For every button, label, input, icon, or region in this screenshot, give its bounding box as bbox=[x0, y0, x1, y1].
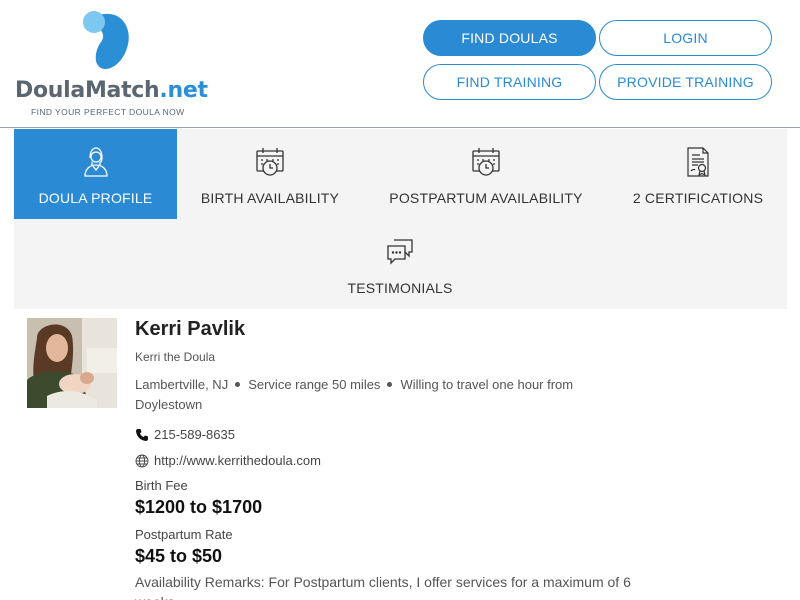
logo-word-doula: Doula bbox=[15, 78, 85, 103]
tab-label: POSTPARTUM AVAILABILITY bbox=[389, 190, 583, 206]
location-city: Lambertville, NJ bbox=[135, 377, 229, 392]
tab-birth-availability[interactable]: BIRTH AVAILABILITY bbox=[177, 129, 363, 219]
tab-postpartum-availability[interactable]: POSTPARTUM AVAILABILITY bbox=[363, 129, 609, 219]
tab-label: TESTIMONIALS bbox=[347, 280, 453, 296]
logo-word-match: Match bbox=[84, 78, 160, 103]
availability-remarks: Availability Remarks: For Postpartum cli… bbox=[135, 574, 631, 600]
postpartum-rate-value: $45 to $50 bbox=[135, 546, 223, 566]
postpartum-rate-label: Postpartum Rate bbox=[135, 527, 233, 542]
tab-testimonials[interactable]: TESTIMONIALS bbox=[305, 219, 495, 309]
certificate-icon bbox=[687, 147, 709, 177]
doula-name: Kerri Pavlik bbox=[135, 318, 246, 340]
globe-icon bbox=[135, 454, 149, 468]
bullet-separator bbox=[387, 382, 393, 388]
phone-number[interactable]: 215-589-8635 bbox=[154, 426, 235, 444]
logo-mark-icon bbox=[83, 11, 129, 70]
tab-doula-profile[interactable]: DOULA PROFILE bbox=[14, 129, 177, 219]
calendar-clock-icon bbox=[472, 148, 500, 176]
chat-bubbles-icon bbox=[387, 239, 413, 265]
calendar-clock-icon bbox=[256, 148, 284, 176]
site-logo[interactable]: DoulaMatch.net FIND YOUR PERFECT DOULA N… bbox=[15, 10, 208, 120]
service-range: Service range 50 miles bbox=[248, 377, 381, 392]
birth-fee-value: $1200 to $1700 bbox=[135, 497, 263, 517]
website-row: http://www.kerrithedoula.com bbox=[135, 452, 635, 470]
provide-training-button[interactable]: PROVIDE TRAINING bbox=[599, 64, 772, 100]
phone-row: 215-589-8635 bbox=[135, 426, 635, 444]
login-button[interactable]: LOGIN bbox=[599, 20, 772, 56]
profile-photo bbox=[27, 318, 117, 408]
profile-info: Kerri Pavlik Kerri the Doula Lambertvill… bbox=[135, 316, 635, 600]
find-training-button[interactable]: FIND TRAINING bbox=[423, 64, 596, 100]
location-details: Lambertville, NJ Service range 50 miles Wi… bbox=[135, 375, 605, 415]
tab-certifications[interactable]: 2 CERTIFICATIONS bbox=[609, 129, 787, 219]
phone-icon bbox=[136, 429, 148, 441]
tab-label: 2 CERTIFICATIONS bbox=[632, 190, 764, 206]
site-header: DoulaMatch.net FIND YOUR PERFECT DOULA N… bbox=[0, 0, 800, 128]
find-doulas-button[interactable]: FIND DOULAS bbox=[423, 20, 596, 56]
bullet-separator bbox=[235, 382, 241, 388]
logo-wordmark: DoulaMatch.net bbox=[15, 78, 208, 103]
logo-tagline: FIND YOUR PERFECT DOULA NOW bbox=[31, 107, 185, 117]
doula-person-icon bbox=[83, 147, 108, 177]
logo-word-tld: .net bbox=[159, 78, 208, 103]
website-link[interactable]: http://www.kerrithedoula.com bbox=[154, 452, 321, 470]
birth-fee-label: Birth Fee bbox=[135, 478, 188, 493]
business-name: Kerri the Doula bbox=[135, 350, 216, 364]
tab-label: DOULA PROFILE bbox=[38, 190, 153, 206]
profile-tabs: DOULA PROFILE BIRTH AVAILABILITY POSTPAR… bbox=[14, 129, 787, 309]
tab-label: BIRTH AVAILABILITY bbox=[200, 190, 340, 206]
doula-photo-image bbox=[27, 318, 117, 408]
